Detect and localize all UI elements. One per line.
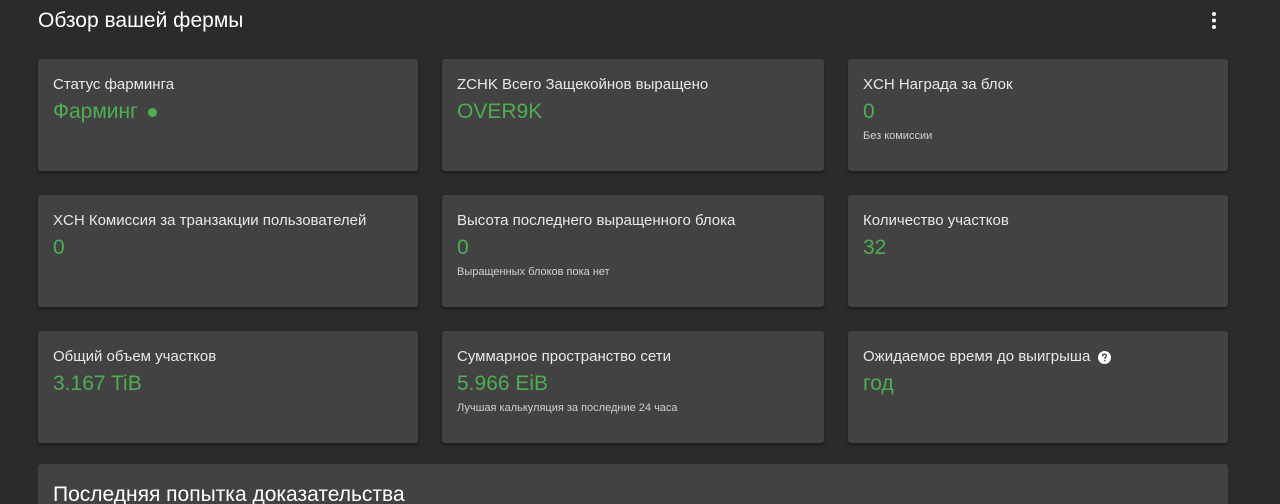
card-estimated-time-to-win: Ожидаемое время до выигрыша год xyxy=(848,331,1228,443)
card-value: 0 xyxy=(863,100,875,123)
card-subtitle: Выращенных блоков пока нет xyxy=(457,266,610,278)
card-value: 5.966 EiB xyxy=(457,372,549,395)
page-header: Обзор вашей фермы xyxy=(38,0,1228,44)
card-user-transaction-fees: XCH Комиссия за транзакции пользователей… xyxy=(38,195,418,307)
card-value: Фарминг xyxy=(53,100,138,123)
card-value-row: Фарминг xyxy=(53,99,403,125)
card-title: XCH Награда за блок xyxy=(863,76,1013,93)
page-title: Обзор вашей фермы xyxy=(38,9,244,32)
farm-overview-grid: Статус фарминга Фарминг ZCHK Всего Защек… xyxy=(38,59,1228,443)
card-total-size-of-plots: Общий объем участков 3.167 TiB xyxy=(38,331,418,443)
card-subtitle: Без комиссии xyxy=(863,130,933,142)
card-title-row: Ожидаемое время до выигрыша xyxy=(863,348,1213,366)
card-value: 0 xyxy=(53,236,65,259)
card-farming-status: Статус фарминга Фарминг xyxy=(38,59,418,171)
card-title: Общий объем участков xyxy=(53,348,217,365)
status-dot-icon xyxy=(147,107,157,117)
card-title: Статус фарминга xyxy=(53,76,175,93)
card-value: год xyxy=(863,372,894,395)
help-circle-icon[interactable] xyxy=(1098,350,1112,364)
card-title: Суммарное пространство сети xyxy=(457,348,672,365)
card-title: XCH Комиссия за транзакции пользователей xyxy=(53,212,367,229)
card-total-chia-farmed: ZCHK Всего Защекойнов выращено OVER9K xyxy=(442,59,824,171)
card-value: 32 xyxy=(863,236,887,259)
card-plot-count: Количество участков 32 xyxy=(848,195,1228,307)
card-title: Высота последнего выращенного блока xyxy=(457,212,736,229)
card-title: Количество участков xyxy=(863,212,1009,229)
section-title: Последняя попытка доказательства xyxy=(53,483,405,504)
card-total-network-space: Суммарное пространство сети 5.966 EiB Лу… xyxy=(442,331,824,443)
card-last-height-farmed: Высота последнего выращенного блока 0 Вы… xyxy=(442,195,824,307)
last-proof-attempt-card: Последняя попытка доказательства xyxy=(38,464,1228,504)
more-options-button[interactable] xyxy=(1202,8,1226,34)
card-title: ZCHK Всего Защекойнов выращено xyxy=(457,76,709,93)
card-value: OVER9K xyxy=(457,100,543,123)
card-value: 0 xyxy=(457,236,469,259)
card-title: Ожидаемое время до выигрыша xyxy=(863,348,1091,365)
card-value: 3.167 TiB xyxy=(53,372,142,395)
card-block-rewards: XCH Награда за блок 0 Без комиссии xyxy=(848,59,1228,171)
more-vert-icon xyxy=(1212,12,1216,29)
card-subtitle: Лучшая калькуляция за последние 24 часа xyxy=(457,402,678,414)
